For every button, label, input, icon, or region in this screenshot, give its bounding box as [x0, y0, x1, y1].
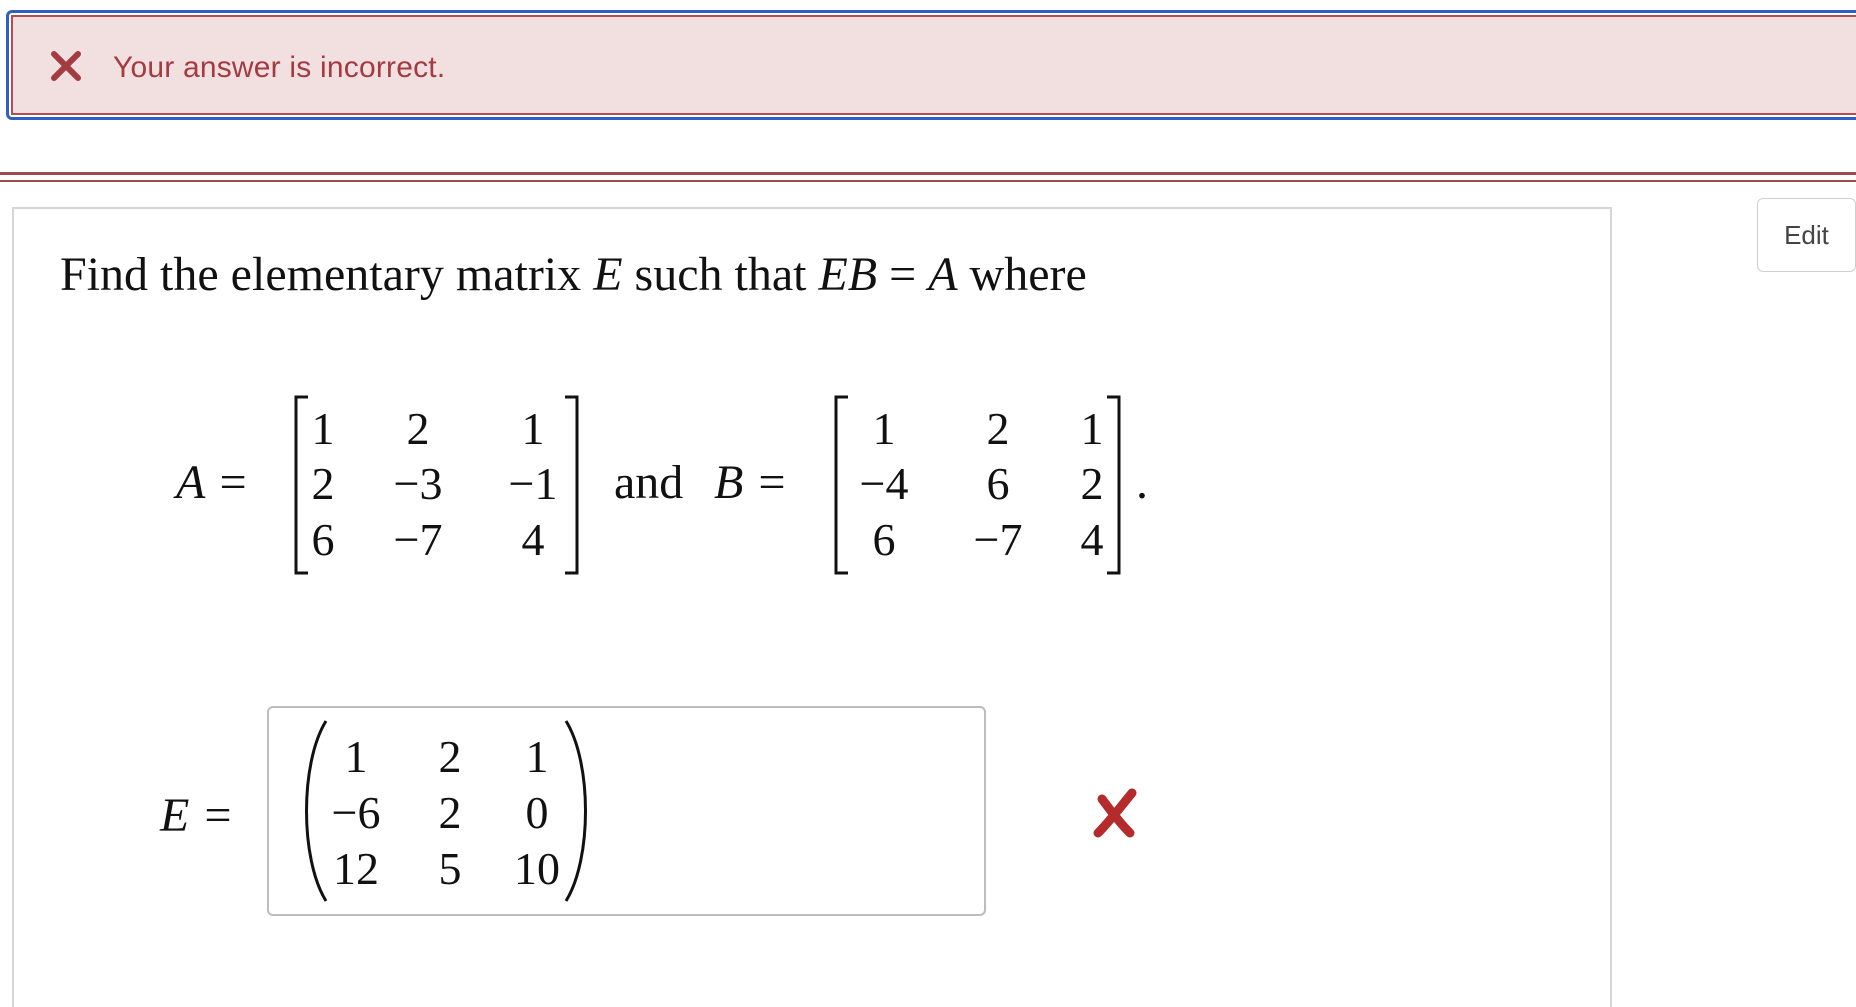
matrix-b-cell: −4	[859, 458, 909, 509]
question-suffix: where	[957, 248, 1087, 301]
close-icon	[51, 51, 81, 81]
question-text: Find the elementary matrix E such that E…	[60, 247, 1087, 302]
matrix-b-cell: 6	[872, 514, 896, 565]
question-var-a: A	[928, 248, 958, 301]
matrix-a-cell: −7	[393, 514, 443, 565]
question-equals: =	[877, 248, 929, 301]
incorrect-mark-icon	[1093, 788, 1137, 838]
question-prefix: Find the elementary matrix	[60, 248, 594, 301]
question-var-e: E	[593, 248, 623, 301]
answer-cell: 2	[438, 731, 462, 782]
matrix-b-cell: 4	[1080, 514, 1104, 565]
matrix-b-cell: 2	[1080, 458, 1104, 509]
matrix-a-label: A =	[176, 456, 249, 509]
edit-button[interactable]: Edit	[1757, 198, 1856, 272]
matrix-a-cell: 6	[311, 514, 335, 565]
answer-label: E =	[160, 789, 234, 842]
answer-cell: 12	[333, 843, 379, 894]
answer-cell: 2	[438, 787, 462, 838]
answer-cell: 1	[344, 731, 368, 782]
feedback-alert: Your answer is incorrect.	[6, 10, 1856, 120]
feedback-message: Your answer is incorrect.	[113, 51, 446, 84]
answer-right-paren	[564, 720, 587, 902]
matrix-b-cell: 6	[986, 458, 1010, 509]
matrix-a-cell: 2	[406, 403, 430, 454]
answer-cell: 5	[438, 843, 462, 894]
matrix-b-cell: 2	[986, 403, 1010, 454]
question-var-eb: EB	[818, 248, 878, 301]
answer-cell: −6	[331, 787, 381, 838]
feedback-alert-body: Your answer is incorrect.	[11, 15, 1856, 115]
matrix-a-cell: 2	[311, 458, 335, 509]
matrix-a-cell: 1	[311, 403, 335, 454]
matrix-b-label: B =	[714, 456, 788, 509]
matrix-b-cell: 1	[1080, 403, 1104, 454]
section-divider	[0, 172, 1856, 182]
matrix-a-right-bracket	[565, 395, 579, 575]
question-middle: such that	[622, 248, 819, 301]
matrix-b-right-bracket	[1107, 395, 1121, 575]
matrix-b-cell: 1	[872, 403, 896, 454]
matrix-b-cell: −7	[973, 514, 1023, 565]
conjunction-text: and	[614, 456, 684, 509]
matrix-b-period: .	[1136, 456, 1148, 509]
matrix-a-cell: −3	[393, 458, 443, 509]
